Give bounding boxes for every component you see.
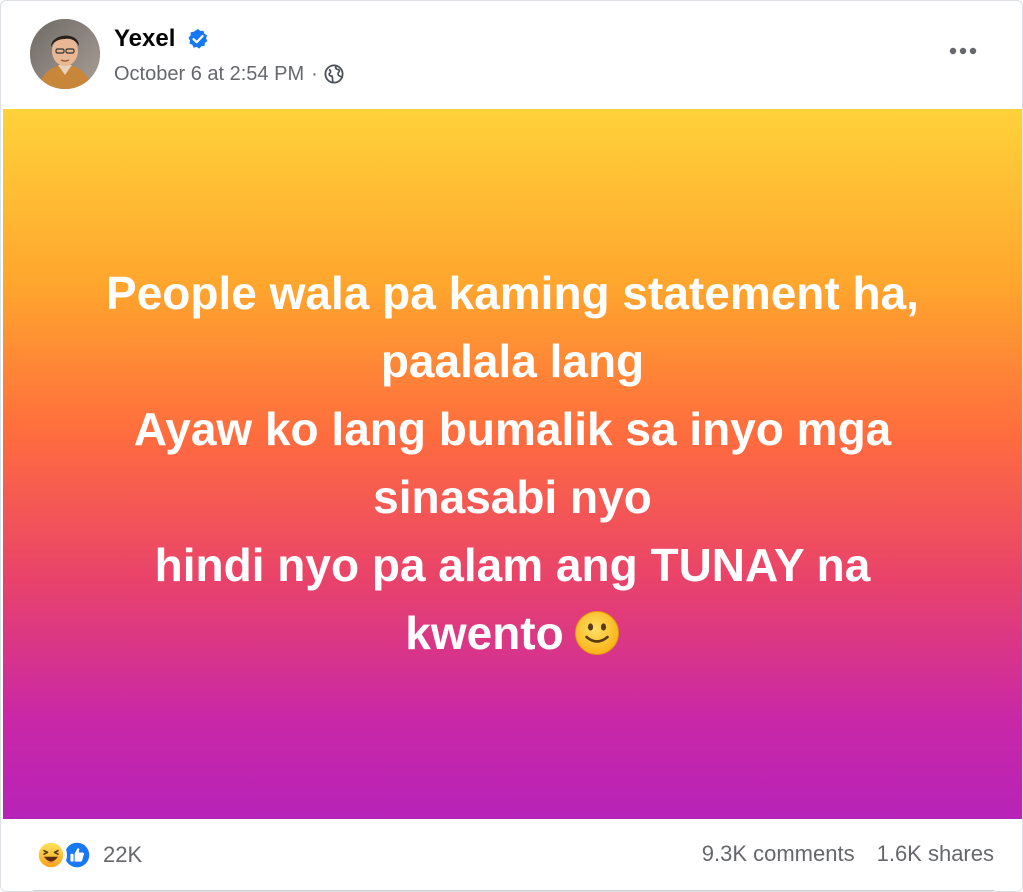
author-avatar[interactable] [30, 19, 100, 89]
more-options-button[interactable] [941, 31, 985, 71]
author-name[interactable]: Yexel [114, 25, 175, 53]
status-line-last: kwento [63, 599, 963, 667]
shares-count-link[interactable]: 1.6K shares [877, 841, 994, 867]
status-line: sinasabi nyo [373, 471, 652, 523]
status-line-text: kwento [405, 607, 564, 659]
status-line: People wala pa kaming statement ha, [106, 267, 919, 319]
post-meta: October 6 at 2:54 PM · [114, 61, 344, 87]
status-background: People wala pa kaming statement ha, paal… [3, 109, 1022, 819]
smiling-face-emoji [574, 611, 619, 655]
globe-icon[interactable] [324, 64, 344, 84]
engagement-stats: 9.3K comments 1.6K shares [702, 841, 994, 867]
post-header: Yexel October 6 at 2:54 PM · [1, 1, 1022, 109]
reactions-summary[interactable]: 22K [35, 839, 142, 871]
haha-icon [35, 839, 67, 871]
status-line: hindi nyo pa alam ang TUNAY na [154, 539, 871, 591]
footer-divider [33, 890, 994, 891]
reaction-count: 22K [103, 842, 143, 867]
avatar-photo [30, 19, 100, 89]
post-card: Yexel October 6 at 2:54 PM · People wala [0, 0, 1023, 892]
status-line: paalala lang [380, 335, 645, 387]
status-text: People wala pa kaming statement ha, paal… [63, 259, 963, 667]
post-footer: 22K 9.3K comments 1.6K shares [1, 819, 1022, 891]
status-line: Ayaw ko lang bumalik sa inyo mga [133, 403, 892, 455]
meta-separator: · [311, 63, 318, 85]
verified-badge-icon [188, 29, 208, 49]
comments-count-link[interactable]: 9.3K comments [702, 841, 855, 867]
ellipsis-icon [949, 47, 977, 55]
post-timestamp[interactable]: October 6 at 2:54 PM [114, 61, 304, 87]
